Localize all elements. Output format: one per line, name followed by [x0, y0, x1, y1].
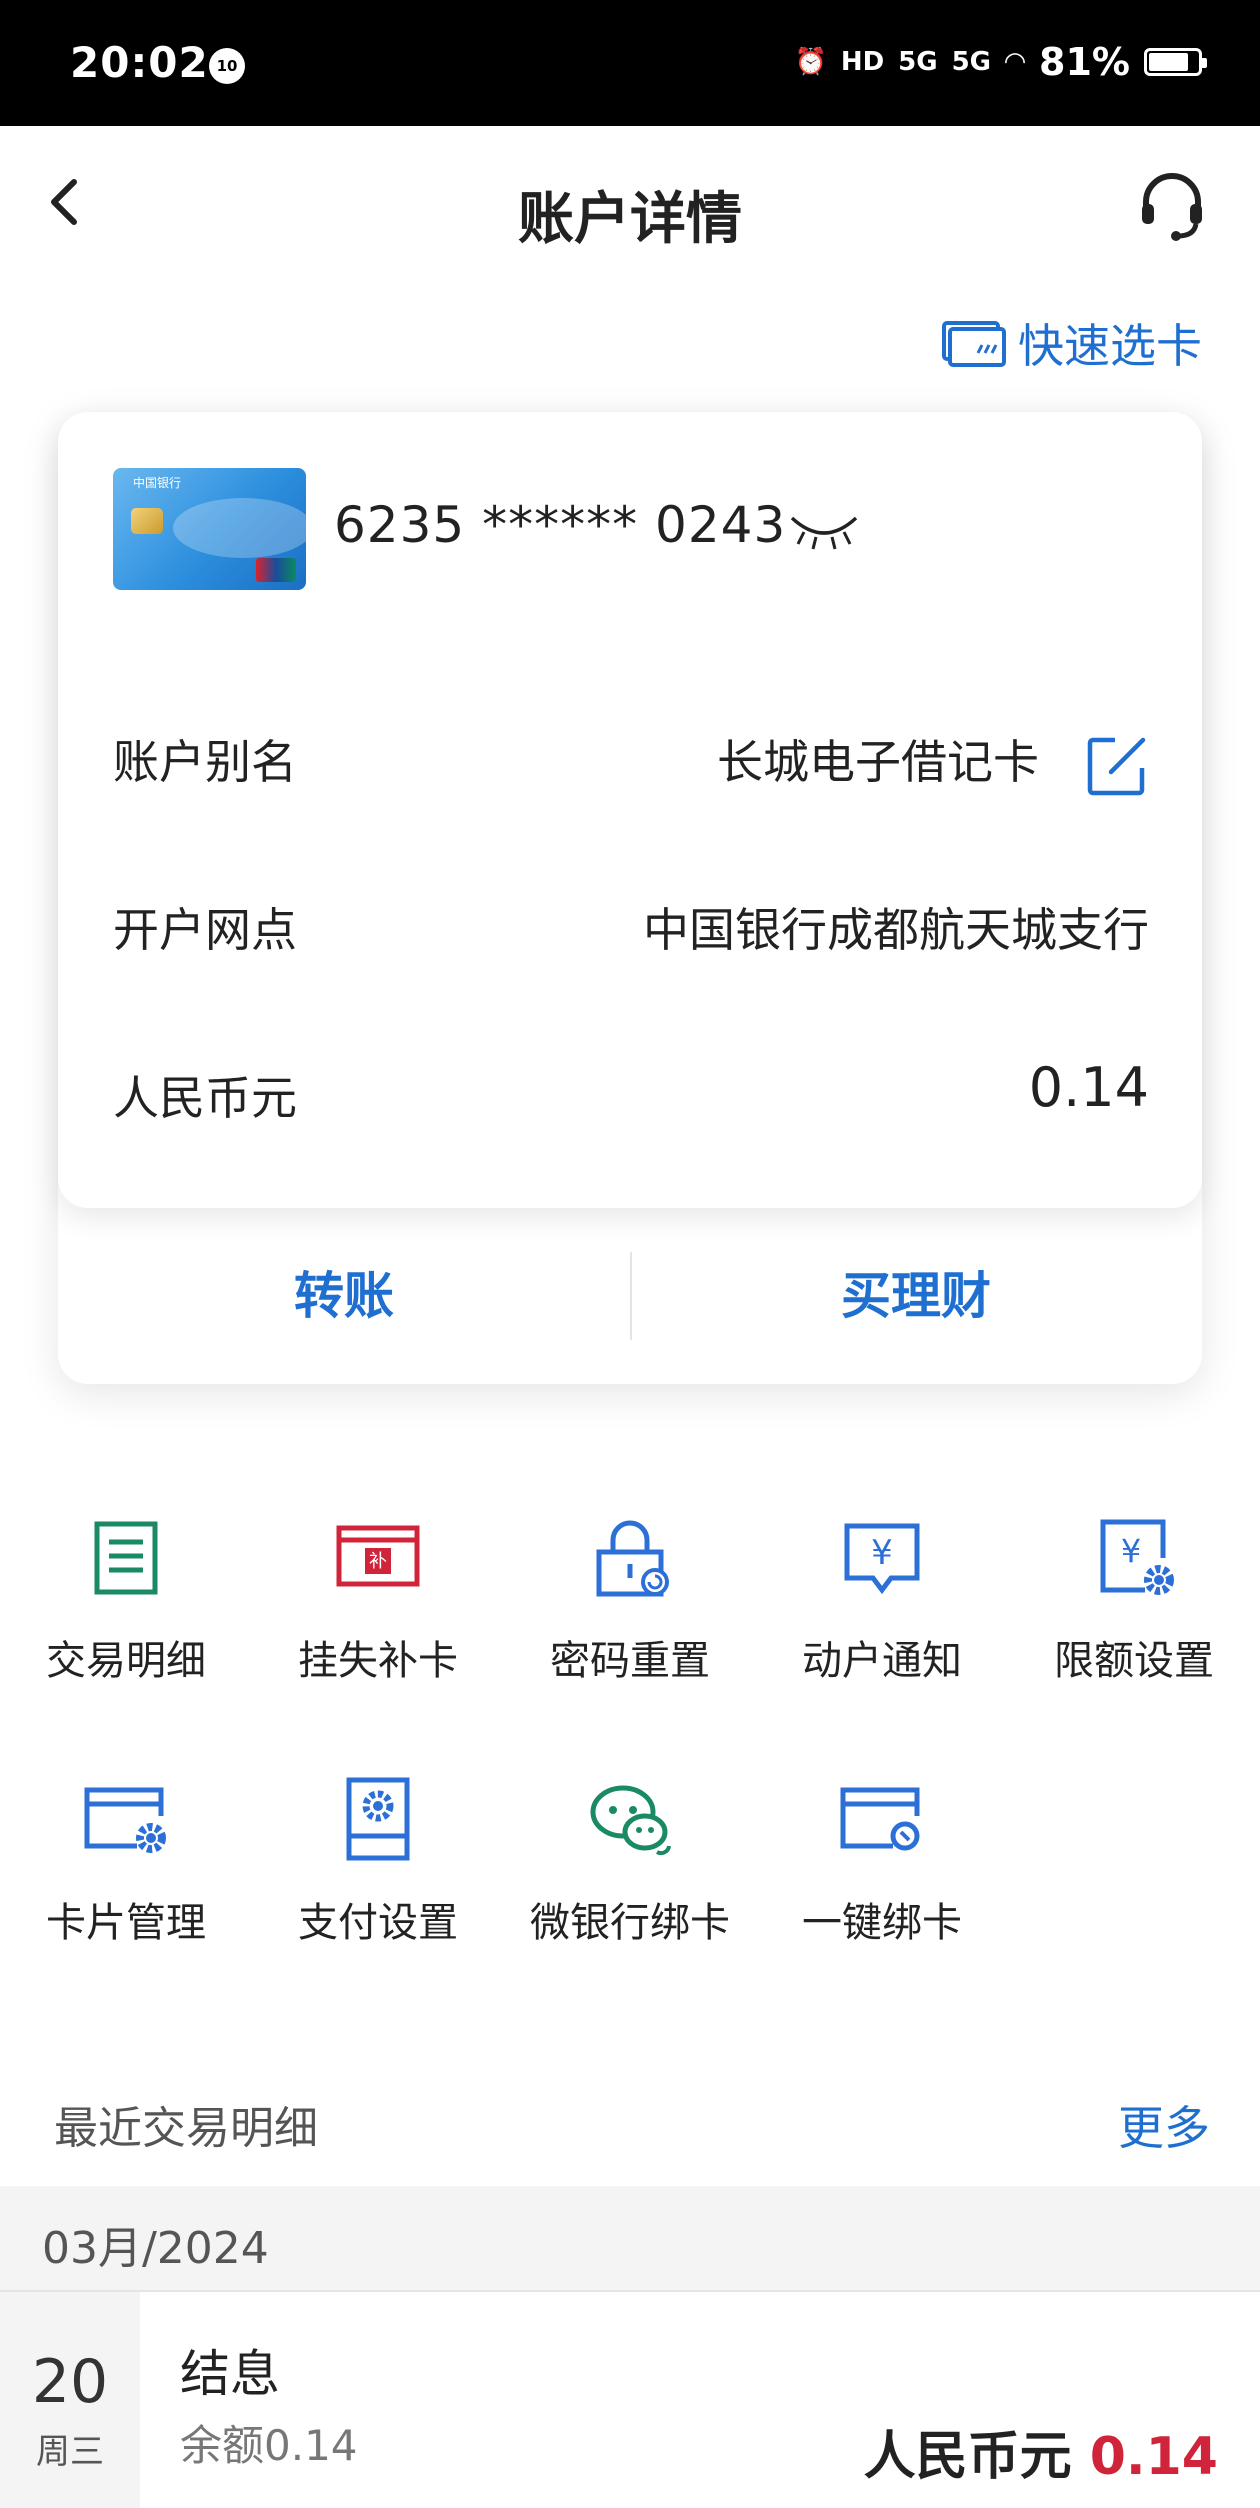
- function-one-click-bind[interactable]: 一键绑卡: [756, 1774, 1008, 1994]
- transaction-weekday: 周三: [36, 2432, 104, 2472]
- transaction-balance: 余额0.14: [180, 2421, 358, 2470]
- transaction-amount-value: 0.14: [1089, 2427, 1218, 2487]
- balance-value: 0.14: [1028, 1056, 1149, 1119]
- recent-transactions-title: 最近交易明细: [54, 2103, 318, 2154]
- function-label: 限额设置: [1054, 1638, 1214, 1684]
- wifi-icon: ◠: [1005, 47, 1026, 77]
- pay-settings-icon: [346, 1777, 410, 1861]
- hd-icon: HD: [840, 47, 885, 77]
- card-number: 6235 ****** 0243: [334, 496, 787, 554]
- function-label: 密码重置: [550, 1638, 710, 1684]
- function-label: 挂失补卡: [298, 1638, 458, 1684]
- eye-closed-icon[interactable]: [788, 508, 860, 552]
- svg-text:¥: ¥: [871, 1533, 893, 1573]
- function-activity-notice[interactable]: ¥ 动户通知: [756, 1512, 1008, 1732]
- function-payment-settings[interactable]: 支付设置: [252, 1774, 504, 1994]
- card-gear-icon: [84, 1787, 166, 1853]
- customer-service-icon[interactable]: [1134, 168, 1210, 244]
- status-icons: ⏰ HD 5G 5G ◠ 81%: [794, 40, 1207, 84]
- transaction-name: 结息: [180, 2345, 280, 2403]
- card-report-icon: 补: [336, 1525, 420, 1587]
- function-label: 卡片管理: [46, 1900, 206, 1946]
- buy-wealth-button[interactable]: 买理财: [630, 1208, 1202, 1384]
- function-card-management[interactable]: 卡片管理: [0, 1774, 252, 1994]
- function-report-loss[interactable]: 补 挂失补卡: [252, 1512, 504, 1732]
- lock-reset-icon: [596, 1520, 669, 1597]
- transfer-button[interactable]: 转账: [58, 1208, 630, 1384]
- battery-percent: 81%: [1039, 40, 1130, 84]
- unionpay-logo: [256, 558, 296, 582]
- function-password-reset[interactable]: 密码重置: [504, 1512, 756, 1732]
- more-link[interactable]: 更多: [1118, 2092, 1210, 2158]
- branch-value: 中国银行成都航天城支行: [643, 903, 1149, 957]
- account-card: 中国银行 6235 ****** 0243 账户别名 长城电子借记卡 开户网点 …: [58, 412, 1202, 1384]
- page-title: 账户详情: [518, 187, 742, 252]
- svg-text:¥: ¥: [1121, 1532, 1141, 1570]
- function-wechat-bind[interactable]: 微银行绑卡: [504, 1774, 756, 1994]
- account-alias-value: 长城电子借记卡: [717, 735, 1039, 789]
- signal-5g-icon-2: 5G: [951, 47, 992, 77]
- function-limit-settings[interactable]: ¥ 限额设置: [1008, 1512, 1260, 1732]
- document-list-icon: [94, 1521, 158, 1595]
- branch-row: 开户网点 中国银行成都航天城支行: [113, 880, 1149, 960]
- yuan-settings-icon: ¥: [1100, 1519, 1174, 1595]
- transaction-day: 20: [31, 2347, 109, 2417]
- transaction-date: 20 周三: [0, 2292, 140, 2508]
- transaction-amount: 人民币元 0.14: [864, 2414, 1218, 2489]
- yuan-message-icon: ¥: [844, 1523, 920, 1595]
- transaction-currency: 人民币元: [863, 2427, 1072, 2487]
- card-chip-icon: [131, 508, 163, 534]
- function-label: 微银行绑卡: [530, 1900, 730, 1946]
- branch-label: 开户网点: [113, 903, 297, 957]
- notification-badge: 10: [209, 48, 245, 84]
- function-label: 交易明细: [46, 1638, 206, 1684]
- svg-text:补: 补: [369, 1551, 387, 1572]
- nav-bar: 账户详情: [0, 126, 1260, 286]
- account-alias-row: 账户别名 长城电子借记卡: [113, 712, 1149, 796]
- battery-icon: [1144, 48, 1207, 76]
- bank-card-logo-text: 中国银行: [133, 476, 182, 490]
- transaction-row[interactable]: 20 周三 结息 余额0.14 人民币元 0.14: [0, 2292, 1260, 2508]
- bank-card-image: 中国银行: [113, 468, 306, 590]
- action-divider: [630, 1252, 632, 1340]
- function-transaction-details[interactable]: 交易明细: [0, 1512, 252, 1732]
- quick-select-card-button[interactable]: 快速选卡: [940, 310, 1202, 376]
- status-bar: 20:02 10 ⏰ HD 5G 5G ◠ 81%: [0, 0, 1260, 126]
- alarm-icon: ⏰: [794, 47, 827, 77]
- month-label: 03月/2024: [42, 2223, 269, 2274]
- edit-icon[interactable]: [1085, 734, 1149, 798]
- card-bind-icon: [840, 1787, 920, 1851]
- account-actions: 转账 买理财: [58, 1208, 1202, 1384]
- function-label: 动户通知: [802, 1638, 962, 1684]
- month-header: 03月/2024: [0, 2186, 1260, 2292]
- status-time: 20:02: [70, 38, 209, 87]
- account-info-panel: 中国银行 6235 ****** 0243 账户别名 长城电子借记卡 开户网点 …: [58, 412, 1202, 1208]
- function-label: 支付设置: [298, 1900, 458, 1946]
- account-alias-label: 账户别名: [113, 735, 297, 789]
- signal-5g-icon: 5G: [898, 47, 938, 77]
- currency-label: 人民币元: [113, 1071, 297, 1125]
- quick-select-label: 快速选卡: [1018, 319, 1202, 373]
- card-switch-icon: [942, 321, 1006, 367]
- balance-row: 人民币元 0.14: [113, 1048, 1149, 1128]
- wechat-bind-icon: [590, 1785, 671, 1856]
- function-label: 一键绑卡: [802, 1900, 962, 1946]
